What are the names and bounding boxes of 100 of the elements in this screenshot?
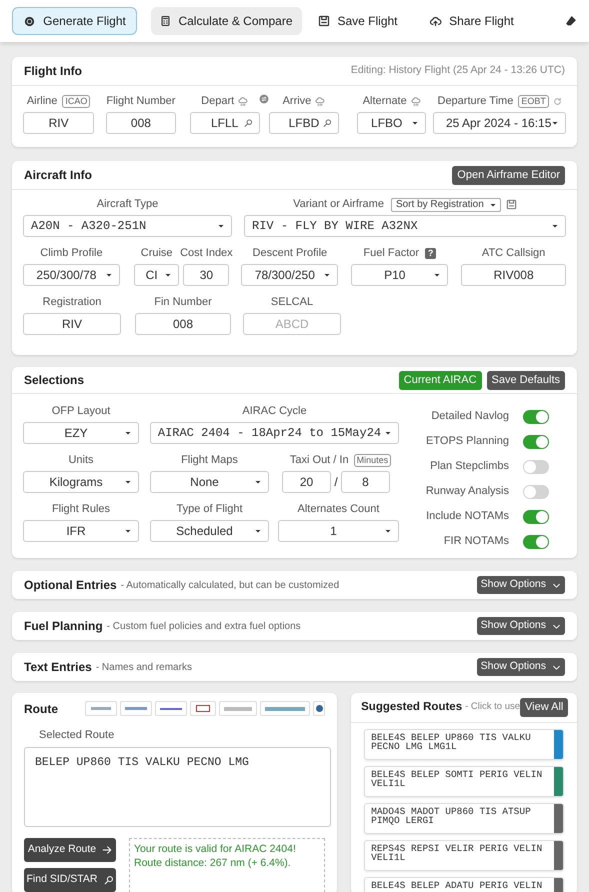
- suggested-route-item[interactable]: BELE4S BELEP SOMTI PERIG VELIN VELI1L: [364, 766, 564, 797]
- caret-icon: [104, 271, 113, 279]
- dropdown[interactable]: RIV - FLY BY WIRE A32NX: [244, 215, 566, 237]
- toggle-switch[interactable]: [523, 410, 549, 424]
- toggle-label: Runway Analysis: [426, 484, 509, 500]
- toggle-switch[interactable]: [523, 484, 549, 498]
- toggle-switch[interactable]: [523, 434, 549, 448]
- field-label: Arrive: [282, 94, 312, 110]
- field-label: Type of Flight: [176, 502, 243, 518]
- header-button[interactable]: View All: [520, 698, 568, 717]
- route-tool-logo-icon[interactable]: [313, 701, 326, 716]
- separator-text: /: [333, 474, 339, 491]
- dropdown[interactable]: IFR: [23, 520, 139, 542]
- field-label: Selected Route: [39, 728, 116, 743]
- route-text: BELE4S BELEP SOMTI PERIG VELIN VELI1L: [370, 768, 544, 791]
- eraser-icon[interactable]: [565, 15, 577, 27]
- route-message: Your route is valid for AIRAC 2404!: [134, 842, 297, 856]
- route-tool-logo-icon[interactable]: [260, 701, 310, 716]
- suggested-route-item[interactable]: REPS4S REPSI VELIR PERIG VELIN VELI1L: [364, 840, 564, 871]
- search-field[interactable]: LFLL: [190, 112, 260, 134]
- caret-icon: [217, 222, 226, 230]
- route-button[interactable]: Analyze Route: [24, 838, 116, 862]
- input-field[interactable]: RIV008: [461, 264, 566, 286]
- field-label: AIRAC Cycle: [242, 404, 307, 420]
- dropdown[interactable]: 25 Apr 2024 - 16:15: [433, 112, 566, 134]
- field-label: ATC Callsign: [482, 246, 546, 262]
- section-subtitle: - Automatically calculated, but can be customized: [120, 578, 340, 592]
- search-field[interactable]: LFBD: [268, 112, 340, 134]
- search-icon: [104, 874, 114, 884]
- caret-icon: [384, 527, 392, 535]
- section-title: Text Entries: [24, 659, 92, 676]
- field-label: SELCAL: [270, 295, 314, 310]
- suggested-route-item[interactable]: BELE4S BELEP ADATU PERIG VELIN: [364, 877, 564, 892]
- cloud-rain-icon: [238, 96, 248, 106]
- input-field[interactable]: 30: [183, 264, 230, 286]
- dropdown[interactable]: Kilograms: [23, 471, 139, 493]
- input-field[interactable]: 008: [106, 112, 176, 134]
- input-field[interactable]: ABCD: [243, 313, 341, 335]
- input-field[interactable]: RIV: [23, 112, 94, 134]
- toggle-label: Include NOTAMs: [426, 509, 509, 524]
- section-title: Selections: [24, 372, 84, 389]
- field-label: Cost Index: [180, 246, 233, 262]
- header-button[interactable]: Open Airframe Editor: [452, 166, 565, 184]
- route-text-area[interactable]: BELEP UP860 TIS VALKU PECNO LMG: [24, 746, 331, 826]
- route-text: MADO4S MADOT UP860 TIS ATSUP PIMQO LERGI: [370, 805, 532, 828]
- dropdown[interactable]: LFBO: [357, 112, 426, 134]
- section-title: Fuel Planning: [24, 618, 103, 635]
- toggle-switch[interactable]: [523, 510, 549, 524]
- cloud-rain-icon: [315, 96, 326, 106]
- input-field[interactable]: 008: [135, 313, 231, 335]
- section-title: Suggested Routes: [361, 700, 462, 715]
- field-label: Climb Profile: [40, 246, 103, 262]
- suggested-route-item[interactable]: MADO4S MADOT UP860 TIS ATSUP PIMQO LERGI: [364, 803, 564, 834]
- route-text: BELE4S BELEP ADATU PERIG VELIN: [370, 879, 544, 892]
- route-tool-logo-icon[interactable]: [120, 701, 152, 716]
- field-label: Variant or Airframe: [293, 197, 384, 212]
- field-label: Cruise: [140, 246, 173, 262]
- unit-tag: EOBT: [518, 95, 549, 108]
- show-options-button[interactable]: Show Options: [476, 617, 565, 635]
- toolbar-button[interactable]: Generate Flight: [12, 7, 137, 35]
- field-label: Units: [68, 453, 94, 468]
- section-subtitle: - Names and remarks: [96, 660, 192, 674]
- input-field[interactable]: RIV: [23, 313, 121, 335]
- dropdown[interactable]: Scheduled: [150, 520, 269, 542]
- dropdown[interactable]: CI: [134, 264, 180, 286]
- toolbar-button[interactable]: Share Flight: [414, 7, 529, 35]
- caret-icon: [384, 429, 392, 437]
- toggle-label: FIR NOTAMs: [444, 534, 509, 550]
- header-button[interactable]: Save Defaults: [486, 370, 565, 390]
- dropdown[interactable]: 78/300/250: [241, 264, 338, 286]
- route-tool-logo-icon[interactable]: [190, 701, 216, 716]
- header-button[interactable]: Current AIRAC: [398, 370, 482, 390]
- field-label: Flight Number: [106, 94, 176, 110]
- dropdown[interactable]: A20N - A320-251N: [23, 215, 232, 237]
- suggested-route-item[interactable]: BELE4S BELEP UP860 TIS VALKU PECNO LMG LMG1L: [364, 729, 564, 760]
- refresh-icon[interactable]: [552, 97, 562, 106]
- dropdown[interactable]: AIRAC 2404 - 18Apr24 to 15May24: [150, 422, 399, 444]
- input-field[interactable]: 20: [282, 471, 331, 493]
- field-label: Depart: [201, 94, 234, 110]
- dropdown[interactable]: Sort by Registration: [390, 198, 501, 212]
- dropdown[interactable]: P10: [351, 264, 448, 286]
- swap-icon[interactable]: [258, 94, 269, 104]
- dropdown[interactable]: 250/300/78: [23, 264, 120, 286]
- toggle-switch[interactable]: [523, 534, 549, 548]
- route-tool-logo-icon[interactable]: [155, 701, 188, 716]
- toolbar-button[interactable]: Calculate & Compare: [151, 7, 302, 35]
- help-badge[interactable]: ?: [425, 248, 436, 259]
- show-options-button[interactable]: Show Options: [476, 658, 565, 676]
- dropdown[interactable]: EZY: [23, 422, 139, 444]
- caret-icon: [411, 119, 420, 127]
- toggle-switch[interactable]: [523, 460, 549, 474]
- field-label: Taxi Out / In: [290, 453, 349, 468]
- field-label: Aircraft Type: [96, 197, 158, 212]
- show-options-button[interactable]: Show Options: [476, 576, 565, 594]
- dropdown[interactable]: 1: [278, 520, 399, 542]
- input-field[interactable]: 8: [341, 471, 390, 493]
- route-button[interactable]: Find SID/STAR: [24, 868, 116, 892]
- dropdown[interactable]: None: [150, 471, 269, 493]
- toolbar-button[interactable]: Save Flight: [308, 7, 408, 35]
- save-icon[interactable]: [506, 199, 517, 210]
